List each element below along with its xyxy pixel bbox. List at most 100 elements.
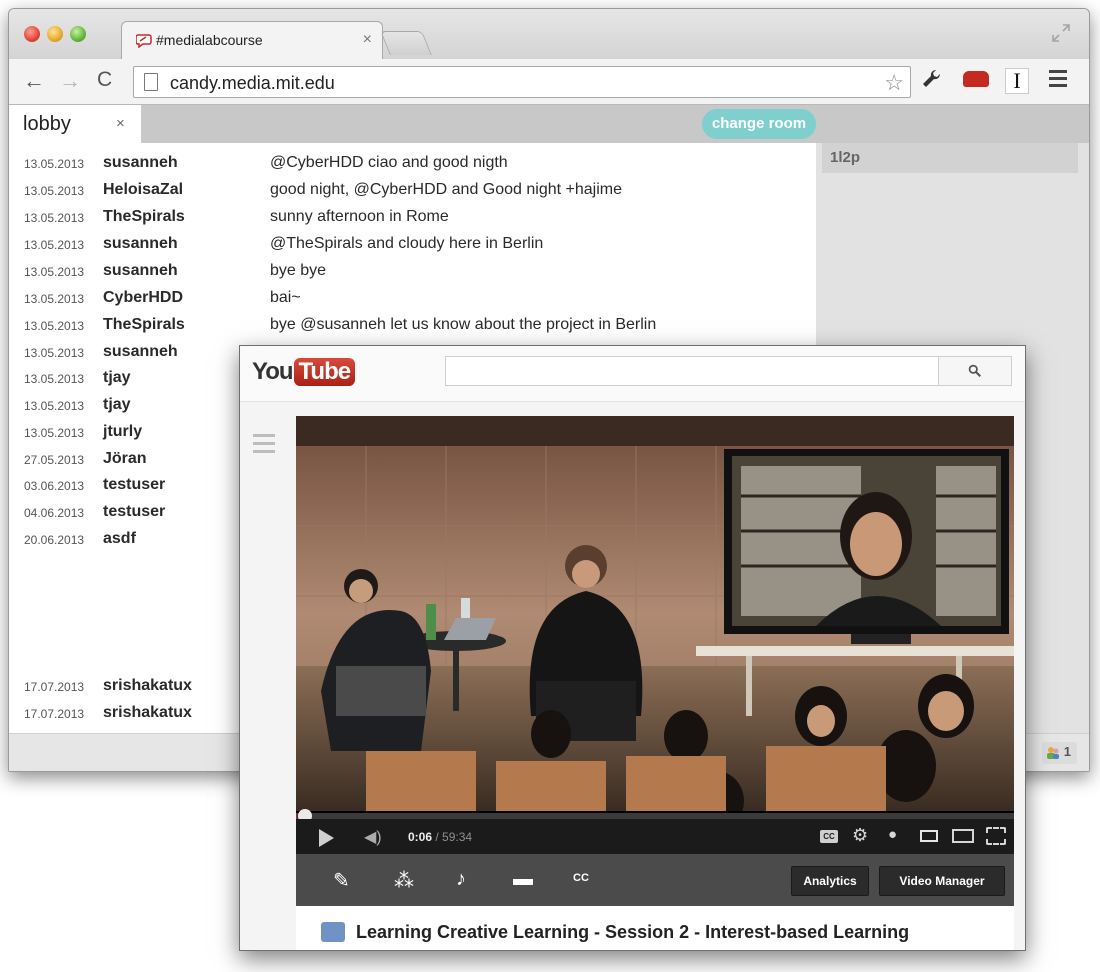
browser-tab[interactable]: #medialabcourse ×	[121, 21, 383, 59]
room-tab-lobby[interactable]: lobby ×	[9, 105, 141, 143]
reload-icon[interactable]: C	[97, 68, 112, 92]
message-username[interactable]: susanneh	[103, 235, 178, 253]
message-username[interactable]: susanneh	[103, 262, 178, 280]
text-cursor-icon[interactable]: I	[1005, 68, 1029, 94]
message-date: 13.05.2013	[24, 211, 85, 225]
pencil-icon[interactable]: ✎	[333, 868, 350, 893]
analytics-button[interactable]: Analytics	[791, 866, 869, 896]
message-date: 13.05.2013	[24, 265, 85, 279]
annotation-icon[interactable]: ▬	[513, 868, 533, 891]
player-controls: ◀) 0:06 / 59:34 CC ⚙ ●	[296, 819, 1014, 854]
room-tab-label: lobby	[23, 113, 71, 135]
video-title-area: Learning Creative Learning - Session 2 -…	[296, 906, 1014, 950]
chat-message-row: 13.05.2013 HeloisaZal good night, @CyberHD…	[9, 176, 816, 202]
message-username[interactable]: srishakatux	[103, 704, 192, 722]
chat-message-row: 13.05.2013 TheSpirals bye @susanneh let us…	[9, 311, 816, 337]
large-player-icon[interactable]	[952, 829, 974, 843]
duration: 59:34	[442, 830, 473, 844]
video-player[interactable]: ◀) 0:06 / 59:34 CC ⚙ ●	[296, 416, 1014, 854]
video-title: Learning Creative Learning - Session 2 -…	[356, 922, 910, 942]
video-frame[interactable]	[296, 416, 1014, 811]
user-count-badge[interactable]: 1	[1042, 742, 1077, 764]
tab-close-icon[interactable]: ×	[363, 31, 372, 49]
small-player-icon[interactable]	[920, 830, 938, 842]
message-text: bai~	[270, 289, 301, 306]
play-button[interactable]	[319, 829, 334, 847]
video-edit-bar: ✎ ⁂ ♪ ▬ CC Analytics Video Manager	[296, 854, 1014, 906]
chat-bubble-icon	[136, 34, 152, 48]
forward-arrow-icon[interactable]: →	[59, 68, 81, 94]
message-username[interactable]: TheSpirals	[103, 208, 185, 226]
sofa-icon[interactable]	[963, 71, 989, 87]
message-date: 13.05.2013	[24, 184, 85, 198]
menu-icon[interactable]	[1049, 70, 1067, 91]
message-text: bye bye	[270, 262, 327, 279]
gear-icon[interactable]: ⚙	[852, 825, 868, 846]
back-arrow-icon[interactable]: ←	[23, 68, 45, 94]
fullscreen-arrows-icon[interactable]	[1051, 23, 1071, 43]
message-text: @TheSpirals and cloudy here in Berlin	[270, 235, 544, 252]
captions-icon[interactable]: CC	[573, 872, 589, 884]
message-date: 13.05.2013	[24, 157, 85, 171]
music-note-icon[interactable]: ♪	[456, 868, 466, 891]
message-date: 20.06.2013	[24, 533, 85, 547]
time-separator: /	[432, 830, 443, 844]
message-date: 17.07.2013	[24, 707, 85, 721]
message-date: 13.05.2013	[24, 399, 85, 413]
message-username[interactable]: tjay	[103, 369, 131, 387]
fullscreen-icon[interactable]	[986, 827, 1006, 845]
address-bar[interactable]: candy.media.mit.edu ☆	[133, 66, 911, 98]
logo-tube: Tube	[293, 358, 356, 386]
page-icon	[144, 73, 158, 91]
message-username[interactable]: TheSpirals	[103, 316, 185, 334]
bookmark-star-icon[interactable]: ☆	[884, 70, 904, 96]
message-text: good night, @CyberHDD and Good night +ha…	[270, 181, 622, 198]
message-username[interactable]: jturly	[103, 423, 142, 441]
user-count-value: 1	[1063, 744, 1071, 759]
message-username[interactable]: susanneh	[103, 154, 178, 172]
chat-message-row: 13.05.2013 susanneh @CyberHDD ciao and goo…	[9, 149, 816, 175]
captions-button[interactable]: CC	[820, 830, 838, 843]
youtube-header: You Tube	[240, 346, 1025, 402]
message-username[interactable]: Jöran	[103, 450, 147, 468]
window-minimize-button[interactable]	[47, 26, 63, 42]
volume-icon[interactable]: ◀)	[364, 827, 382, 847]
room-close-icon[interactable]: ×	[116, 115, 125, 132]
watch-later-icon[interactable]: ●	[888, 826, 897, 843]
wrench-icon[interactable]	[921, 68, 943, 90]
message-text: sunny afternoon in Rome	[270, 208, 449, 225]
user-badge-icon	[321, 922, 345, 942]
message-username[interactable]: susanneh	[103, 343, 178, 361]
message-date: 17.07.2013	[24, 680, 85, 694]
message-date: 13.05.2013	[24, 372, 85, 386]
message-username[interactable]: srishakatux	[103, 677, 192, 695]
people-icon	[1047, 746, 1060, 759]
new-tab-button[interactable]	[380, 31, 432, 55]
message-username[interactable]: CyberHDD	[103, 289, 183, 307]
youtube-logo[interactable]: You Tube	[252, 358, 356, 388]
chat-message-row: 13.05.2013 TheSpirals sunny afternoon in R…	[9, 203, 816, 229]
chat-message-row: 13.05.2013 susanneh bye bye	[9, 257, 816, 283]
roster-item[interactable]: 1l2p	[822, 143, 1078, 173]
search-input[interactable]	[445, 356, 939, 386]
change-room-button[interactable]: change room	[702, 109, 816, 139]
window-close-button[interactable]	[24, 26, 40, 42]
guide-menu-icon[interactable]	[253, 434, 275, 458]
message-username[interactable]: testuser	[103, 476, 165, 494]
search-button[interactable]	[938, 356, 1012, 386]
message-date: 27.05.2013	[24, 453, 85, 467]
message-username[interactable]: tjay	[103, 396, 131, 414]
video-manager-button[interactable]: Video Manager	[879, 866, 1005, 896]
message-username[interactable]: asdf	[103, 530, 136, 548]
message-text: @CyberHDD ciao and good nigth	[270, 154, 508, 171]
tab-title: #medialabcourse	[156, 32, 263, 48]
magic-wand-icon[interactable]: ⁂	[394, 868, 414, 893]
message-username[interactable]: testuser	[103, 503, 165, 521]
search-icon	[968, 364, 981, 377]
message-username[interactable]: HeloisaZal	[103, 181, 183, 199]
url-text[interactable]: candy.media.mit.edu	[170, 73, 335, 94]
message-date: 13.05.2013	[24, 346, 85, 360]
window-zoom-button[interactable]	[70, 26, 86, 42]
youtube-window: You Tube ◀) 0:06 / 59:34 CC ⚙ ● ✎ ⁂ ♪ ▬ …	[239, 345, 1026, 951]
message-date: 13.05.2013	[24, 292, 85, 306]
